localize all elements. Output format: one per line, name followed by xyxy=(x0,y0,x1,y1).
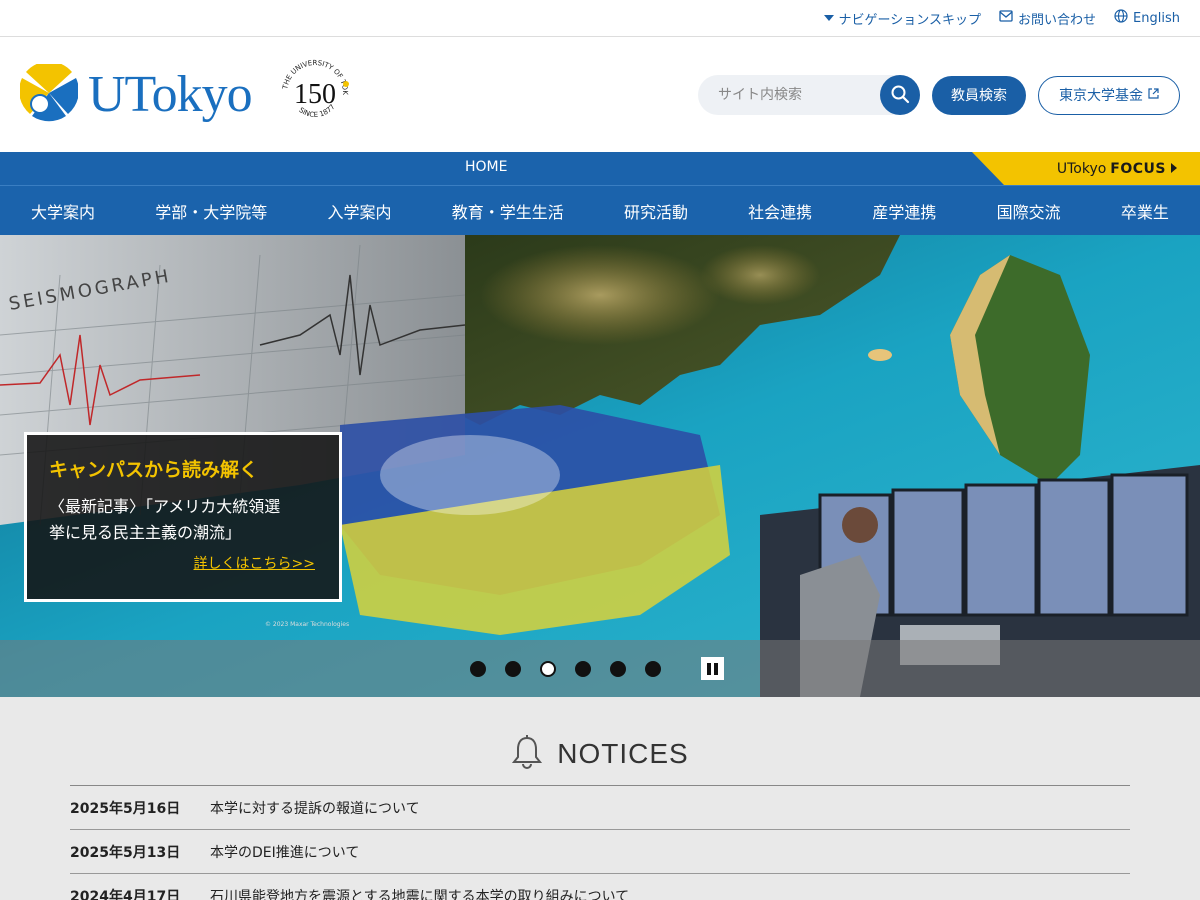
hero-caption-line2: 挙に見る民主主義の潮流」 xyxy=(49,523,242,543)
pause-button[interactable] xyxy=(701,657,724,680)
search-icon xyxy=(890,84,910,107)
site-header: UTokyo THE UNIVERSITY OF TOKYO SINCE 187… xyxy=(0,37,1200,152)
nav-item-alumni[interactable]: 卒業生 xyxy=(1121,199,1169,223)
nav-item-about[interactable]: 大学案内 xyxy=(31,199,95,223)
utility-bar: ナビゲーションスキップ お問い合わせ English xyxy=(0,0,1200,37)
contact-label: お問い合わせ xyxy=(1018,12,1097,28)
external-link-icon xyxy=(1148,87,1159,103)
faculty-search-button[interactable]: 教員検索 xyxy=(932,75,1026,115)
ginkgo-logo-icon xyxy=(19,60,79,126)
chevron-right-icon xyxy=(1170,161,1178,177)
hero-read-more-link[interactable]: 詳しくはこちら>> xyxy=(194,553,315,573)
nav-top-bar: HOME UTokyo FOCUS xyxy=(0,152,1200,185)
slider-dot-3[interactable] xyxy=(539,660,556,677)
nav-item-education[interactable]: 教育・学生生活 xyxy=(452,199,564,223)
english-label: English xyxy=(1133,10,1180,26)
nav-item-social[interactable]: 社会連携 xyxy=(748,199,812,223)
image-credit: © 2023 Maxar Technologies xyxy=(265,621,350,628)
nav-item-industry[interactable]: 産学連携 xyxy=(872,199,936,223)
hero-caption-box: キャンパスから読み解く 〈最新記事〉「アメリカ大統領選 挙に見る民主主義の潮流」… xyxy=(24,432,342,602)
notice-title-link[interactable]: 石川県能登地方を震源とする地震に関する本学の取り組みについて xyxy=(210,886,629,900)
nav-home-link[interactable]: HOME xyxy=(465,159,507,175)
notice-title-link[interactable]: 本学に対する提訴の報道について xyxy=(210,798,420,818)
site-search xyxy=(698,75,920,115)
slider-dot-6[interactable] xyxy=(644,660,661,677)
english-link[interactable]: English xyxy=(1114,9,1180,27)
notice-date: 2025年5月16日 xyxy=(70,800,181,817)
slider-controls xyxy=(0,640,1200,697)
search-button[interactable] xyxy=(880,75,920,115)
slider-dot-4[interactable] xyxy=(574,660,591,677)
slider-dot-5[interactable] xyxy=(609,660,626,677)
notice-row: 2025年5月16日 本学に対する提訴の報道について xyxy=(70,786,1130,830)
nav-item-faculties[interactable]: 学部・大学院等 xyxy=(155,199,267,223)
notices-header: NOTICES xyxy=(0,697,1200,785)
caret-down-icon xyxy=(823,11,834,26)
slider-dots xyxy=(469,660,661,677)
main-nav: 大学案内 学部・大学院等 入学案内 教育・学生生活 研究活動 社会連携 産学連携… xyxy=(0,185,1200,235)
foundation-button[interactable]: 東京大学基金 xyxy=(1038,75,1180,115)
notice-row: 2025年5月13日 本学のDEI推進について xyxy=(70,830,1130,874)
notice-date: 2024年4月17日 xyxy=(70,888,181,900)
nav-item-admissions[interactable]: 入学案内 xyxy=(327,199,391,223)
foundation-label: 東京大学基金 xyxy=(1059,88,1143,104)
logo-text: UTokyo xyxy=(88,66,253,123)
contact-link[interactable]: お問い合わせ xyxy=(999,9,1096,28)
notices-section: NOTICES 2025年5月16日 本学に対する提訴の報道について 2025年… xyxy=(0,697,1200,900)
notice-list: 2025年5月16日 本学に対する提訴の報道について 2025年5月13日 本学… xyxy=(70,785,1130,900)
notice-title-link[interactable]: 本学のDEI推進について xyxy=(210,842,359,862)
nav-skip-label: ナビゲーションスキップ xyxy=(838,12,982,28)
nav-item-international[interactable]: 国際交流 xyxy=(997,199,1061,223)
pause-icon-bar xyxy=(714,662,718,675)
globe-icon xyxy=(1114,9,1128,27)
utokyo-focus-tab[interactable]: UTokyo FOCUS xyxy=(972,152,1200,185)
hero-slider: SEISMOGRAPH キャンパスから読み解く 〈最新記事〉「アメリカ大統領選 … xyxy=(0,235,1200,697)
hero-caption-line1: 〈最新記事〉「アメリカ大統領選 xyxy=(49,497,281,516)
slider-dot-1[interactable] xyxy=(469,660,486,677)
notice-date: 2025年5月13日 xyxy=(70,844,181,861)
anniversary-150-badge: THE UNIVERSITY OF TOKYO SINCE 1877 150 xyxy=(262,48,354,136)
slider-dot-2[interactable] xyxy=(504,660,521,677)
nav-skip-link[interactable]: ナビゲーションスキップ xyxy=(823,9,982,28)
badge-number: 150 xyxy=(294,79,336,110)
pause-icon-bar xyxy=(707,662,711,675)
site-logo[interactable]: UTokyo THE UNIVERSITY OF TOKYO SINCE 187… xyxy=(19,48,354,136)
header-actions: 教員検索 東京大学基金 xyxy=(698,75,1180,115)
notices-heading: NOTICES xyxy=(557,738,689,769)
focus-strong: FOCUS xyxy=(1110,160,1166,177)
nav-item-research[interactable]: 研究活動 xyxy=(624,199,688,223)
bell-icon xyxy=(511,735,543,773)
mail-icon xyxy=(999,10,1013,26)
hero-caption-title: キャンパスから読み解く xyxy=(49,459,259,481)
notice-row: 2024年4月17日 石川県能登地方を震源とする地震に関する本学の取り組みについ… xyxy=(70,874,1130,900)
focus-prefix: UTokyo xyxy=(1056,160,1107,177)
